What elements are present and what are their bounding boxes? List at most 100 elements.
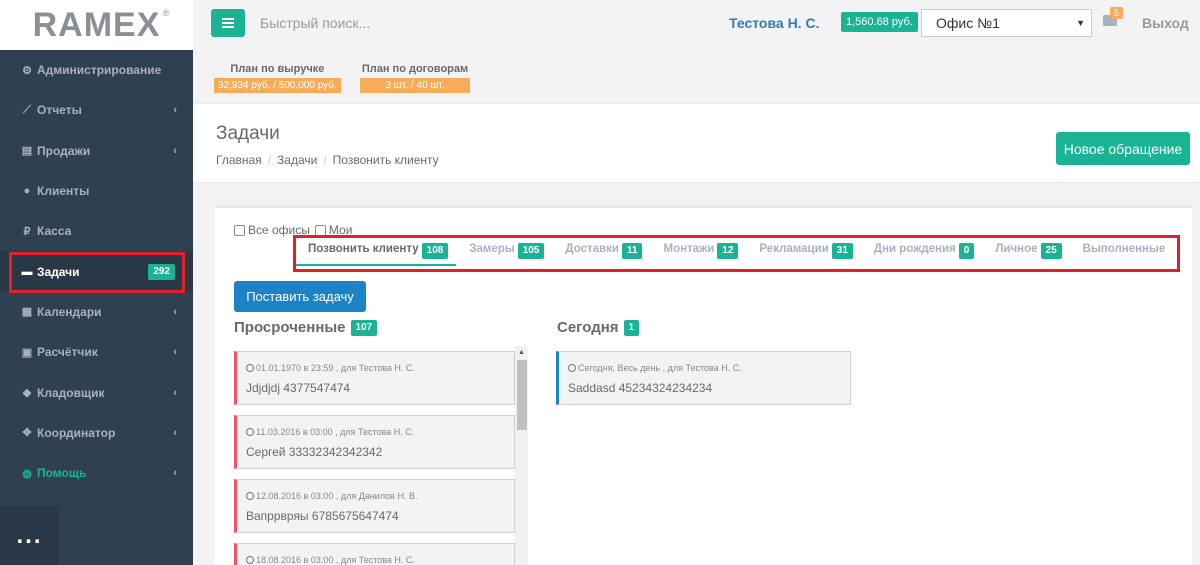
overdue-column-title: Просроченные 107 (234, 319, 378, 336)
sidebar-item-clients[interactable]: ● Клиенты (0, 171, 193, 211)
sidebar-item-label: Администрирование (37, 63, 162, 78)
brand-logo[interactable]: RAMEX ® (32, 5, 170, 45)
gear-icon: ⚙ (22, 64, 32, 77)
sidebar-item-label: Отчеты (37, 103, 82, 118)
task-card-text: Вапррвряы 6785675647474 (246, 509, 399, 523)
task-card[interactable]: 11.03.2016 в 03:00 , для Тестова Н. С. С… (234, 415, 515, 469)
task-card[interactable]: 01.01.1970 в 23:59 , для Тестова Н. С. J… (234, 351, 515, 405)
caret-down-icon: ▼ (1076, 18, 1085, 28)
page-title: Задачи (216, 123, 280, 144)
add-task-button[interactable]: Поставить задачу (234, 281, 366, 312)
arrows-icon: ✥ (22, 427, 32, 440)
plans-bar: План по выручке 32,934 руб. / 500,000 ру… (193, 48, 1200, 103)
plan-title: План по выручке (230, 63, 325, 75)
highlight-frame-tasks (9, 252, 185, 293)
page-heading: Задачи Главная / Задачи / Позвонить клиенту … (193, 103, 1200, 183)
clock-icon (246, 428, 254, 436)
task-card-text: Jdjdjdj 4377547474 (246, 381, 351, 395)
breadcrumb: Главная / Задачи / Позвонить клиенту (216, 153, 439, 167)
task-card[interactable]: 12.08.2016 в 03:00 , для Данилов Н. В. В… (234, 479, 515, 533)
chevron-left-icon: ‹ (173, 386, 177, 399)
task-card-meta-text: 12.08.2016 в 03:00 , для Данилов Н. В. (256, 491, 418, 501)
task-card-meta-text: 18.08.2016 в 03:00 , для Тестова Н. С. (256, 555, 415, 565)
breadcrumb-tasks[interactable]: Задачи (277, 153, 317, 167)
sidebar-item-label: Расчётчик (37, 345, 98, 360)
chevron-left-icon: ‹ (173, 346, 177, 359)
clock-icon (246, 556, 254, 564)
mail-count-badge: 5 (1110, 7, 1124, 19)
logo-text: RAMEX (32, 5, 161, 44)
help-icon: ◍ (22, 467, 32, 480)
users-icon: ● (23, 185, 31, 198)
sidebar-item-cash[interactable]: ₽ Касса (0, 211, 193, 251)
balance-badge: 1,560.68 руб. (841, 12, 918, 32)
plan-title: План по договорам (361, 63, 469, 75)
sidebar-item-label: Касса (37, 224, 72, 239)
chevron-left-icon: ‹ (173, 426, 177, 439)
overdue-title-text: Просроченные (234, 319, 346, 336)
sidebar-item-sales[interactable]: ▤ Продажи ‹ (0, 131, 193, 171)
calendar-icon: ▦ (21, 306, 33, 319)
logo-area: RAMEX ® (0, 0, 193, 50)
chevron-left-icon: ‹ (173, 104, 177, 117)
new-request-button[interactable]: Новое обращение (1056, 132, 1190, 165)
task-card-meta: 01.01.1970 в 23:59 , для Тестова Н. С. (246, 363, 415, 373)
task-card-meta-text: Сегодня, Весь день , для Тестова Н. С. (578, 363, 742, 373)
sidebar-item-label: Календари (37, 304, 102, 319)
mine-checkbox[interactable] (314, 224, 326, 236)
task-card-text: Saddasd 45234324234234 (568, 381, 713, 395)
scrollbar-thumb[interactable] (517, 360, 527, 430)
chevron-left-icon: ‹ (173, 144, 177, 157)
today-title-text: Сегодня (557, 319, 619, 336)
calculator-icon: ▣ (21, 346, 33, 359)
topbar: Тестова Н. С. 1,560.68 руб. Офис №1 ▼ 5 В… (193, 0, 1200, 48)
overdue-count-badge: 107 (350, 319, 378, 336)
search-input[interactable] (260, 15, 460, 31)
clock-icon (246, 364, 254, 372)
task-card-meta-text: 11.03.2016 в 03:00 , для Тестова Н. С. (256, 427, 415, 437)
task-card-text: Сергей 33332342342342 (246, 445, 383, 459)
plan-revenue: План по выручке 32,934 руб. / 500,000 ру… (214, 63, 341, 93)
sidebar-item-label: Помощь (37, 466, 87, 481)
plan-contracts: План по договорам 3 шт. / 40 шт. (360, 63, 470, 93)
task-card-meta: 18.08.2016 в 03:00 , для Тестова Н. С. (246, 555, 415, 565)
sidebar-item-reports[interactable]: ⟋ Отчеты ‹ (0, 90, 193, 130)
scroll-up-icon[interactable]: ▲ (518, 349, 525, 356)
logo-reg-mark: ® (162, 7, 171, 18)
task-card-meta: 12.08.2016 в 03:00 , для Данилов Н. В. (246, 491, 417, 501)
ruble-icon: ₽ (23, 225, 31, 238)
task-card-today[interactable]: Сегодня, Весь день , для Тестова Н. С. S… (556, 351, 851, 405)
clock-icon (246, 492, 254, 500)
user-name[interactable]: Тестова Н. С. (729, 15, 819, 31)
task-card-meta: Сегодня, Весь день , для Тестова Н. С. (568, 363, 742, 373)
today-count-badge: 1 (623, 319, 640, 336)
sidebar-item-help[interactable]: ◍ Помощь ‹ (0, 453, 193, 493)
clock-icon (568, 364, 576, 372)
breadcrumb-home[interactable]: Главная (216, 153, 262, 167)
chevron-left-icon: ‹ (173, 305, 177, 318)
file-icon: ▤ (21, 145, 33, 158)
chevron-left-icon: ‹ (173, 467, 177, 480)
sidebar-item-label: Продажи (37, 143, 91, 158)
task-card[interactable]: 18.08.2016 в 03:00 , для Тестова Н. С. (234, 543, 515, 565)
task-card-meta: 11.03.2016 в 03:00 , для Тестова Н. С. (246, 427, 414, 437)
plan-value: 32,934 руб. / 500,000 руб. (214, 78, 341, 93)
sidebar-item-calculator[interactable]: ▣ Расчётчик ‹ (0, 332, 193, 372)
cubes-icon: ◆ (22, 387, 32, 400)
today-column-title: Сегодня 1 (557, 319, 640, 336)
sidebar-item-label: Координатор (37, 425, 116, 440)
menu-toggle-button[interactable] (211, 9, 245, 37)
all-offices-checkbox[interactable] (234, 224, 245, 236)
sidebar-item-calendars[interactable]: ▦ Календари ‹ (0, 292, 193, 332)
highlight-frame-tabs (293, 235, 1180, 272)
office-select[interactable]: Офис №1 ▼ (921, 9, 1092, 37)
task-card-meta-text: 01.01.1970 в 23:59 , для Тестова Н. С. (256, 363, 415, 373)
plan-value: 3 шт. / 40 шт. (360, 78, 470, 93)
sidebar-item-label: Клиенты (37, 184, 90, 199)
sidebar-item-label: Кладовщик (37, 385, 105, 400)
sidebar-item-coordinator[interactable]: ✥ Координатор ‹ (0, 413, 193, 453)
logout-link[interactable]: Выход (1142, 15, 1189, 31)
sidebar-item-administration[interactable]: ⚙ Администрирование (0, 50, 193, 90)
sidebar-item-storekeeper[interactable]: ◆ Кладовщик ‹ (0, 372, 193, 412)
more-button[interactable]: ... (0, 506, 59, 565)
